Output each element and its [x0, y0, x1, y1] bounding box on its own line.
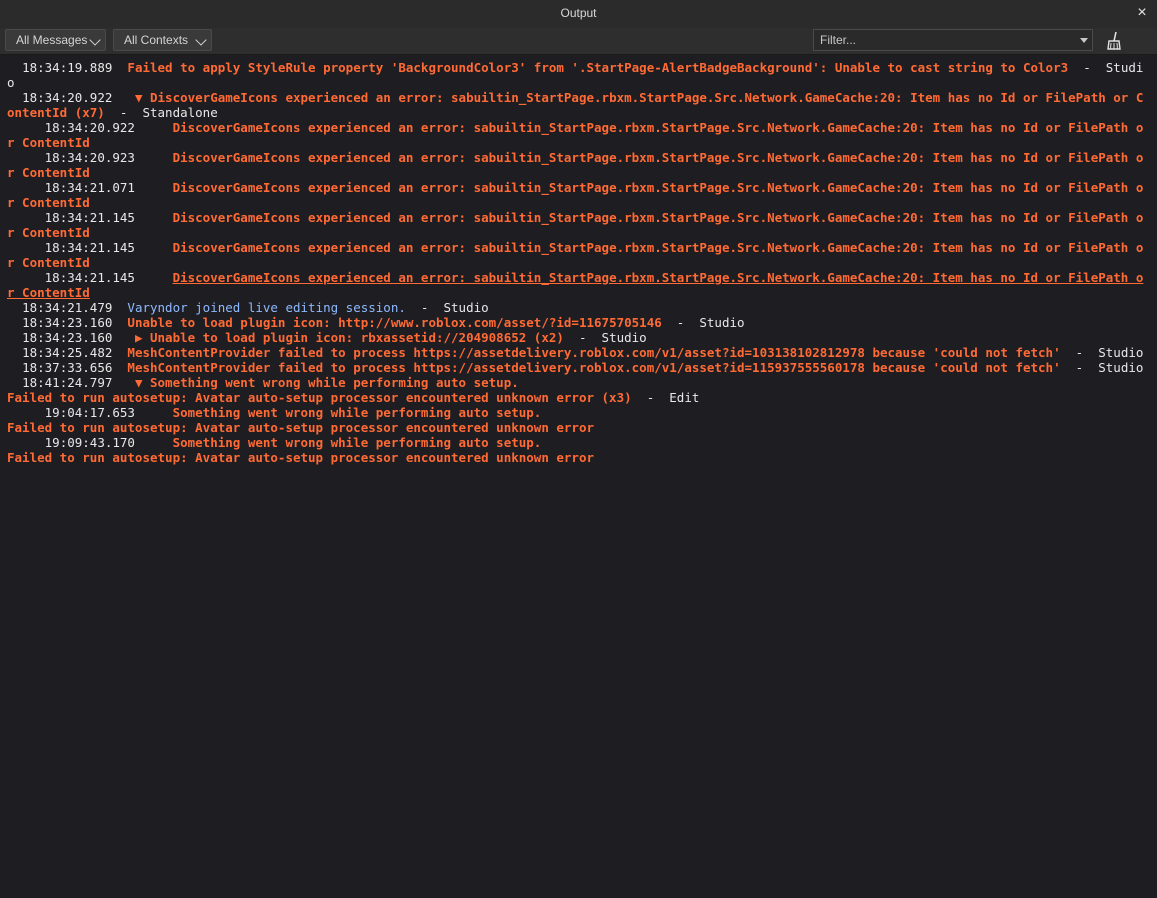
title-bar: Output × [0, 0, 1157, 29]
log-entry[interactable]: 18:34:21.145 DiscoverGameIcons experienc… [0, 270, 1157, 300]
output-log[interactable]: 18:34:19.889 Failed to apply StyleRule p… [0, 60, 1157, 898]
expand-triangle-down-icon[interactable]: ▼ [127, 90, 150, 105]
log-entry[interactable]: 18:34:20.923 DiscoverGameIcons experienc… [0, 150, 1157, 180]
log-timestamp: 18:34:21.071 [7, 180, 173, 195]
expand-triangle-down-icon[interactable]: ▼ [127, 375, 150, 390]
log-entry[interactable]: 19:09:43.170 Something went wrong while … [0, 435, 1157, 465]
log-timestamp: 18:34:19.889 [7, 60, 128, 75]
filter-dropdown-arrow-icon[interactable] [1080, 38, 1088, 43]
log-message: Failed to apply StyleRule property 'Back… [127, 60, 1069, 75]
log-entry[interactable]: 18:37:33.656 MeshContentProvider failed … [0, 360, 1157, 375]
log-message: DiscoverGameIcons experienced an error: … [7, 240, 1144, 270]
log-entry[interactable]: 19:04:17.653 Something went wrong while … [0, 405, 1157, 435]
expand-triangle-right-icon[interactable]: ▶ [127, 330, 150, 345]
log-message: MeshContentProvider failed to process ht… [127, 345, 1061, 360]
log-message: DiscoverGameIcons experienced an error: … [7, 150, 1144, 180]
log-timestamp: 18:34:20.923 [7, 150, 173, 165]
log-timestamp: 18:34:20.922 [7, 90, 128, 105]
log-message: DiscoverGameIcons experienced an error: … [7, 180, 1144, 210]
log-timestamp: 18:34:20.922 [7, 120, 173, 135]
output-toolbar: All Messages All Contexts [0, 28, 1157, 55]
log-entry[interactable]: 18:34:19.889 Failed to apply StyleRule p… [0, 60, 1157, 90]
log-entry[interactable]: 18:34:20.922 DiscoverGameIcons experienc… [0, 120, 1157, 150]
window-title: Output [560, 6, 597, 20]
log-timestamp: 18:34:21.145 [7, 210, 173, 225]
log-source: - Standalone [104, 105, 218, 120]
log-entry[interactable]: 18:34:21.145 DiscoverGameIcons experienc… [0, 210, 1157, 240]
log-entry[interactable]: 18:34:23.160 ▶ Unable to load plugin ico… [0, 330, 1157, 345]
log-entry[interactable]: 18:34:20.922 ▼ DiscoverGameIcons experie… [0, 90, 1157, 120]
log-timestamp: 18:34:21.145 [7, 270, 173, 285]
contexts-filter-dropdown[interactable]: All Contexts [113, 29, 212, 51]
chevron-down-icon [195, 34, 207, 46]
log-entry[interactable]: 18:34:21.479 Varyndor joined live editin… [0, 300, 1157, 315]
log-timestamp: 19:09:43.170 [7, 435, 173, 450]
log-timestamp: 18:34:21.479 [7, 300, 128, 315]
log-message[interactable]: DiscoverGameIcons experienced an error: … [7, 270, 1143, 300]
messages-filter-dropdown[interactable]: All Messages [5, 29, 106, 51]
log-entry[interactable]: 18:34:23.160 Unable to load plugin icon:… [0, 315, 1157, 330]
log-timestamp: 18:37:33.656 [7, 360, 128, 375]
log-timestamp: 18:34:21.145 [7, 240, 173, 255]
log-timestamp: 18:34:23.160 [7, 330, 128, 345]
log-timestamp: 19:04:17.653 [7, 405, 173, 420]
chevron-down-icon [89, 34, 101, 46]
log-message: MeshContentProvider failed to process ht… [127, 360, 1061, 375]
broom-icon [1107, 31, 1121, 50]
log-source: - Studio [1060, 345, 1144, 360]
log-message: DiscoverGameIcons experienced an error: … [7, 210, 1144, 240]
log-source: - Studio [1060, 360, 1144, 375]
log-entry[interactable]: 18:34:21.071 DiscoverGameIcons experienc… [0, 180, 1157, 210]
log-entry[interactable]: 18:41:24.797 ▼ Something went wrong whil… [0, 375, 1157, 405]
log-source: - Edit [631, 390, 700, 405]
log-timestamp: 18:34:25.482 [7, 345, 128, 360]
log-message: Varyndor joined live editing session. [127, 300, 406, 315]
filter-input[interactable] [813, 29, 1093, 51]
clear-output-button[interactable] [1103, 30, 1125, 52]
log-message: DiscoverGameIcons experienced an error: … [7, 120, 1144, 150]
log-timestamp: 18:41:24.797 [7, 375, 128, 390]
close-icon[interactable]: × [1133, 4, 1151, 22]
log-entry[interactable]: 18:34:25.482 MeshContentProvider failed … [0, 345, 1157, 360]
log-timestamp: 18:34:23.160 [7, 315, 128, 330]
log-entry[interactable]: 18:34:21.145 DiscoverGameIcons experienc… [0, 240, 1157, 270]
log-source: - Studio [563, 330, 647, 345]
messages-filter-label: All Messages [16, 33, 88, 47]
log-message: Unable to load plugin icon: rbxassetid:/… [150, 330, 564, 345]
log-source: - Studio [405, 300, 489, 315]
log-source: - Studio [661, 315, 745, 330]
log-message: Unable to load plugin icon: http://www.r… [127, 315, 662, 330]
contexts-filter-label: All Contexts [124, 33, 189, 47]
